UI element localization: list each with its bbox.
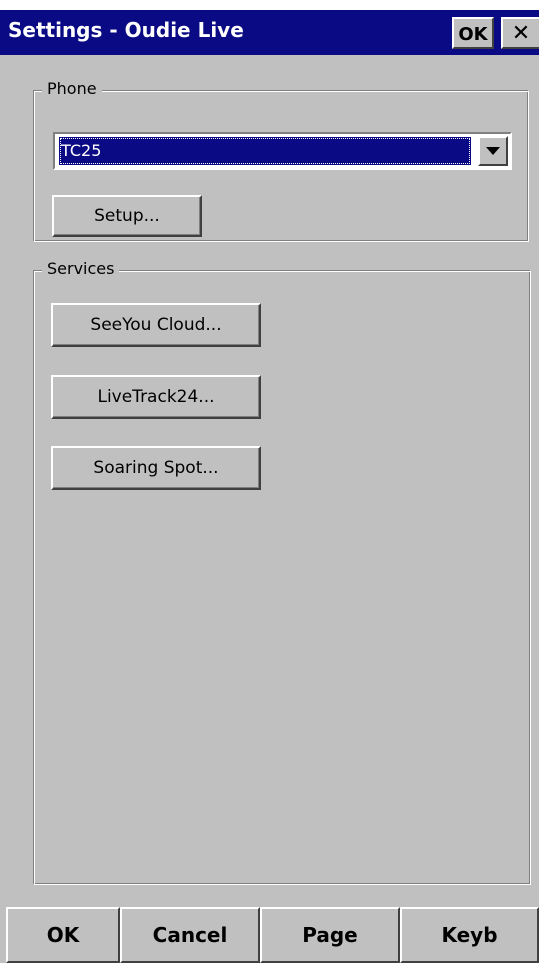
seeyou-cloud-button[interactable]: SeeYou Cloud... <box>51 303 261 347</box>
phone-group: Phone TC25 Setup... <box>33 79 529 242</box>
window-title: Settings - Oudie Live <box>8 18 244 42</box>
settings-window: Settings - Oudie Live OK ✕ Phone TC25 Se… <box>0 10 539 963</box>
soaring-spot-button[interactable]: Soaring Spot... <box>51 446 261 490</box>
phone-select-dropdown-button[interactable] <box>478 136 508 166</box>
setup-button[interactable]: Setup... <box>52 195 202 237</box>
bottom-command-bar: OK Cancel Page Keyb <box>0 907 539 963</box>
phone-select[interactable]: TC25 <box>53 132 512 170</box>
phone-select-value: TC25 <box>59 137 471 165</box>
livetrack24-button[interactable]: LiveTrack24... <box>51 375 261 419</box>
services-group-label: Services <box>42 259 120 278</box>
page-button[interactable]: Page <box>260 907 400 963</box>
cancel-button[interactable]: Cancel <box>120 907 260 963</box>
services-group: Services SeeYou Cloud... LiveTrack24... … <box>33 259 531 885</box>
title-bar: Settings - Oudie Live OK ✕ <box>0 10 539 55</box>
title-ok-button[interactable]: OK <box>452 17 494 49</box>
chevron-down-icon <box>486 147 500 155</box>
phone-group-label: Phone <box>42 79 102 98</box>
bottom-ok-button[interactable]: OK <box>6 907 120 963</box>
close-icon: ✕ <box>511 21 531 46</box>
keyboard-button[interactable]: Keyb <box>400 907 539 963</box>
close-button[interactable]: ✕ <box>501 17 539 49</box>
